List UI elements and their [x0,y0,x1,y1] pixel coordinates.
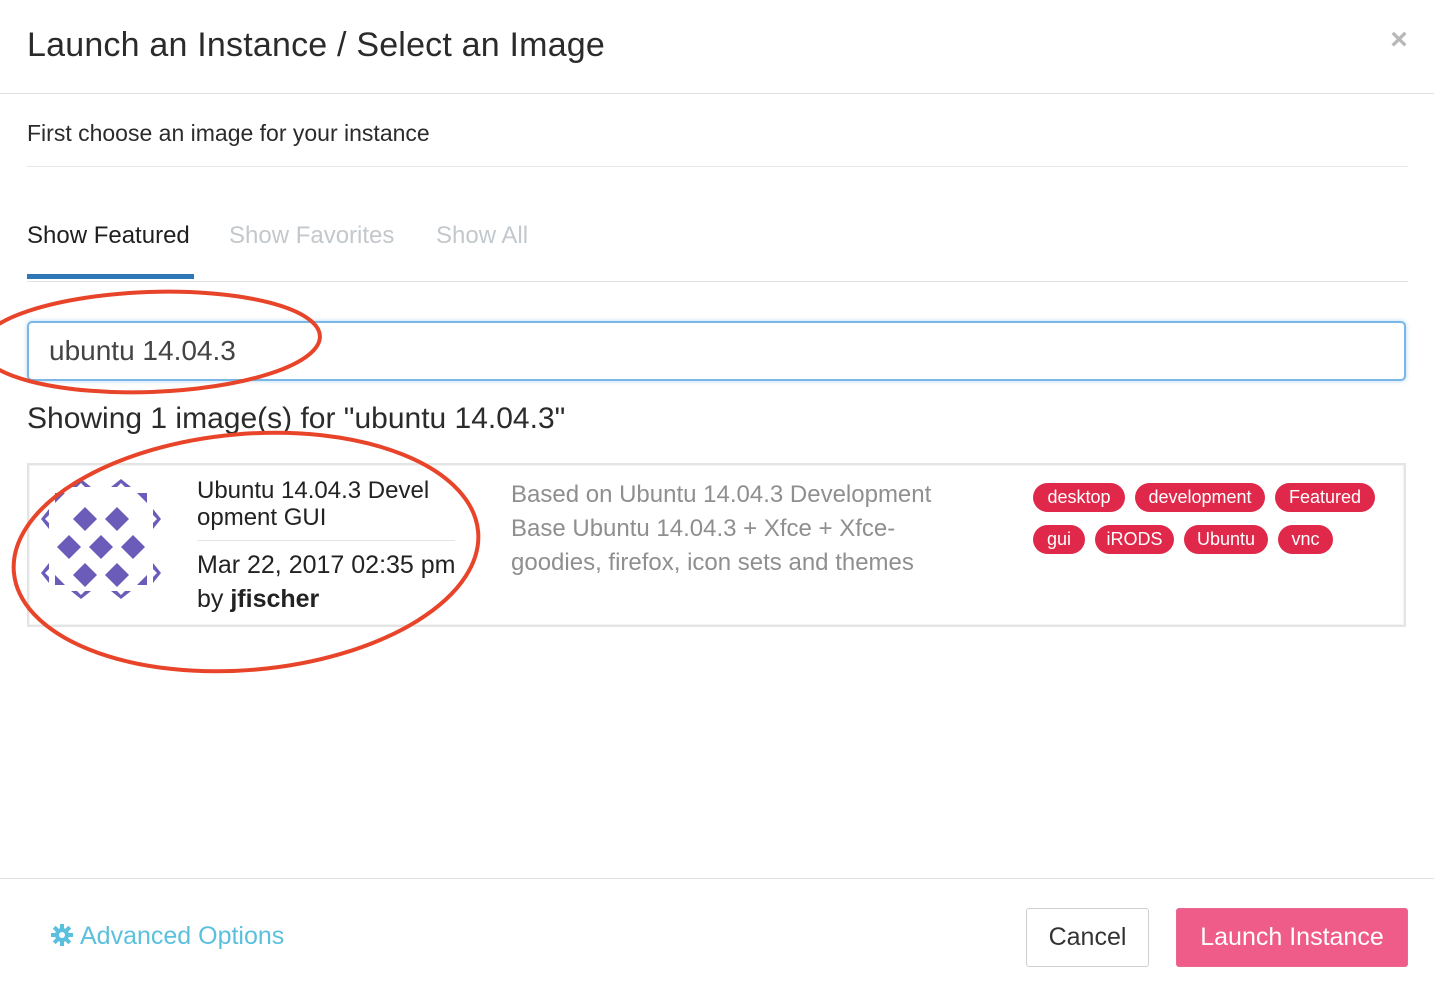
modal-header: Launch an Instance / Select an Image × [0,0,1434,94]
tag-featured[interactable]: Featured [1275,483,1375,512]
author-prefix: by [197,585,224,613]
close-icon[interactable]: × [1386,22,1412,58]
image-identicon-icon [41,479,161,599]
tag-ubuntu[interactable]: Ubuntu [1184,525,1268,554]
author-name: jfischer [230,585,320,613]
tab-show-all[interactable]: Show All [436,222,528,250]
tag-gui[interactable]: gui [1033,525,1085,554]
launch-instance-modal: Launch an Instance / Select an Image × F… [0,0,1434,996]
results-count: Showing 1 image(s) for "ubuntu 14.04.3" [27,402,566,435]
tag-irods[interactable]: iRODS [1095,525,1174,554]
image-tabs: Show Featured Show Favorites Show All [27,222,1408,282]
image-name: Ubuntu 14.04.3 Devel opment GUI [197,477,430,531]
image-search-input[interactable] [27,321,1406,381]
active-tab-indicator [27,274,194,279]
tag-vnc[interactable]: vnc [1278,525,1333,554]
tab-show-favorites[interactable]: Show Favorites [229,222,394,250]
divider [27,281,1408,282]
cancel-button[interactable]: Cancel [1026,908,1149,967]
image-description: Based on Ubuntu 14.04.3 Development Base… [511,481,932,576]
divider [0,878,1434,879]
gear-icon [51,924,73,946]
image-date: Mar 22, 2017 02:35 pm [197,551,456,579]
launch-instance-button[interactable]: Launch Instance [1176,908,1408,967]
section-subtitle: First choose an image for your instance [27,120,430,146]
divider [197,540,455,541]
tab-show-featured[interactable]: Show Featured [27,222,190,250]
image-result-card[interactable]: Ubuntu 14.04.3 Devel opment GUI Mar 22, … [27,463,1406,627]
modal-title: Launch an Instance / Select an Image [27,26,606,64]
tag-development[interactable]: development [1135,483,1265,512]
tag-desktop[interactable]: desktop [1033,483,1125,512]
image-author: by jfischer [197,585,319,614]
advanced-options-label: Advanced Options [80,922,285,950]
advanced-options-link[interactable]: Advanced Options [50,922,284,951]
divider [27,166,1408,167]
